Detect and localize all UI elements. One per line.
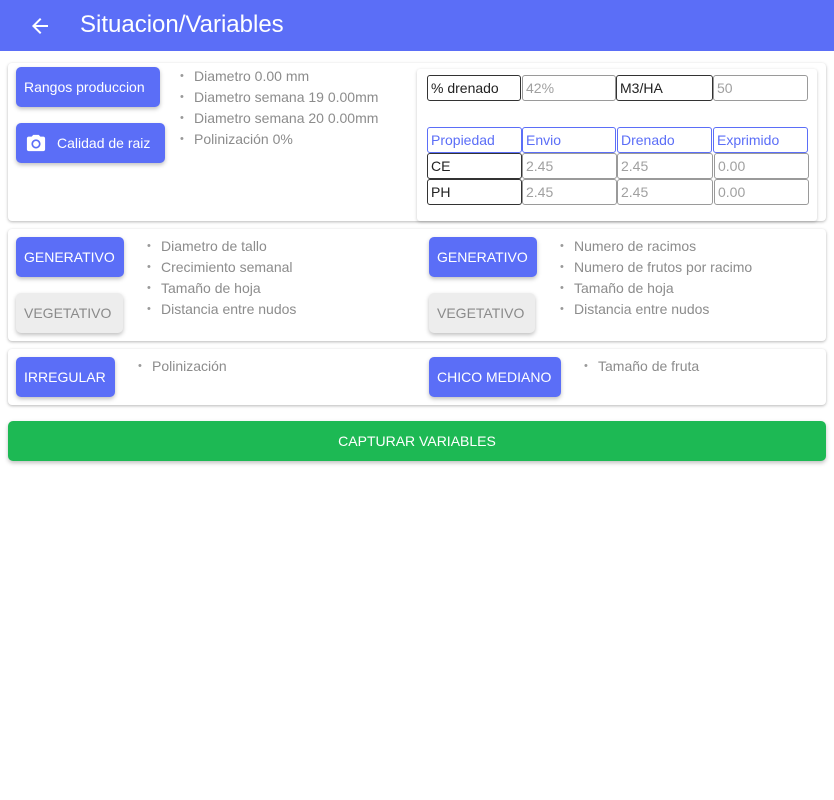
row-ce-drenado-input[interactable]: 2.45 <box>617 153 713 179</box>
calidad-raiz-label: Calidad de raiz <box>57 135 151 151</box>
list-item: Polinización 0% <box>180 129 378 150</box>
row-ph-propiedad: PH <box>427 179 522 205</box>
m3-ha-label: M3/HA <box>616 75 713 101</box>
list-item: Tamaño de fruta <box>584 356 699 377</box>
fruta-bullets: Tamaño de fruta <box>584 356 699 377</box>
rangos-produccion-label: Rangos produccion <box>24 79 145 95</box>
m3-ha-input[interactable]: 50 <box>713 75 808 101</box>
chico-mediano-button[interactable]: CHICO MEDIANO <box>429 357 561 397</box>
capturar-variables-button[interactable]: CAPTURAR VARIABLES <box>8 421 826 461</box>
tallo-bullets: Diametro de tallo Crecimiento semanal Ta… <box>147 236 296 320</box>
table-header-drenado: Drenado <box>617 127 712 153</box>
list-item: Tamaño de hoja <box>560 278 752 299</box>
chico-mediano-label: CHICO MEDIANO <box>437 369 552 385</box>
page-title: Situacion/Variables <box>80 11 284 38</box>
row-ce-envio-input[interactable]: 2.45 <box>522 153 617 179</box>
vegetativo-right-label: VEGETATIVO <box>437 305 525 321</box>
list-item: Diametro 0.00 mm <box>180 66 378 87</box>
rangos-produccion-button[interactable]: Rangos produccion <box>16 67 160 107</box>
produccion-bullets: Diametro 0.00 mm Diametro semana 19 0.00… <box>180 66 378 150</box>
racimo-bullets: Numero de racimos Numero de frutos por r… <box>560 236 752 320</box>
arrow-left-icon[interactable] <box>26 12 54 40</box>
capturar-variables-label: CAPTURAR VARIABLES <box>338 433 496 449</box>
list-item: Tamaño de hoja <box>147 278 296 299</box>
table-header-exprimido: Exprimido <box>713 127 808 153</box>
table-header-envio: Envio <box>522 127 616 153</box>
vegetativo-left-button[interactable]: VEGETATIVO <box>16 293 123 333</box>
list-item: Diametro de tallo <box>147 236 296 257</box>
drenado-label: % drenado <box>427 75 521 101</box>
irregular-label: IRREGULAR <box>24 369 106 385</box>
list-item: Polinización <box>138 356 227 377</box>
generativo-left-label: GENERATIVO <box>24 249 115 265</box>
crecimiento-card: GENERATIVO VEGETATIVO Diametro de tallo … <box>8 229 826 341</box>
drenado-panel: % drenado 42% M3/HA 50 Propiedad Envio D… <box>417 69 817 221</box>
list-item: Numero de racimos <box>560 236 752 257</box>
list-item: Diametro semana 20 0.00mm <box>180 108 378 129</box>
list-item: Crecimiento semanal <box>147 257 296 278</box>
list-item: Diametro semana 19 0.00mm <box>180 87 378 108</box>
list-item: Distancia entre nudos <box>560 299 752 320</box>
produccion-card: Rangos produccion Calidad de raiz Diamet… <box>8 63 826 221</box>
row-ce-exprimido-input[interactable]: 0.00 <box>714 153 809 179</box>
fruto-card: IRREGULAR Polinización CHICO MEDIANO Tam… <box>8 349 826 405</box>
vegetativo-left-label: VEGETATIVO <box>24 305 112 321</box>
list-item: Numero de frutos por racimo <box>560 257 752 278</box>
table-header-propiedad: Propiedad <box>427 127 522 153</box>
irregular-button[interactable]: IRREGULAR <box>16 357 115 397</box>
row-ph-drenado-input[interactable]: 2.45 <box>617 179 713 205</box>
generativo-left-button[interactable]: GENERATIVO <box>16 237 124 277</box>
app-bar: Situacion/Variables <box>0 0 834 51</box>
camera-icon <box>25 133 47 153</box>
generativo-right-button[interactable]: GENERATIVO <box>429 237 537 277</box>
calidad-raiz-button[interactable]: Calidad de raiz <box>16 123 165 163</box>
vegetativo-right-button[interactable]: VEGETATIVO <box>429 293 535 333</box>
row-ce-propiedad: CE <box>427 153 522 179</box>
polinizacion-bullets: Polinización <box>138 356 227 377</box>
list-item: Distancia entre nudos <box>147 299 296 320</box>
drenado-input[interactable]: 42% <box>522 75 616 101</box>
generativo-right-label: GENERATIVO <box>437 249 528 265</box>
row-ph-envio-input[interactable]: 2.45 <box>522 179 617 205</box>
row-ph-exprimido-input[interactable]: 0.00 <box>714 179 809 205</box>
